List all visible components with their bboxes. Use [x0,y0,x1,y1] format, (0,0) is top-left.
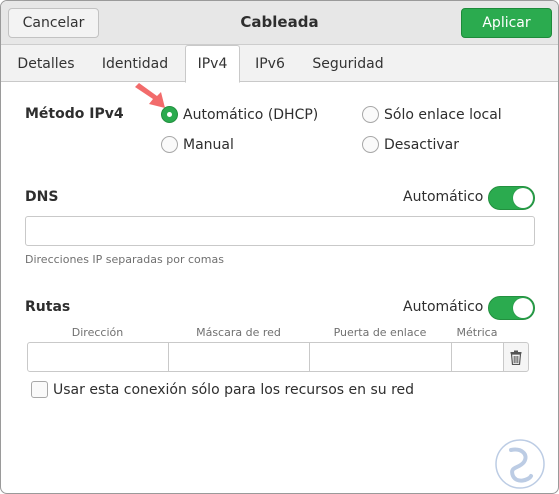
tab-seguridad[interactable]: Seguridad [303,45,393,82]
radio-disable[interactable]: Desactivar [362,136,459,153]
radio-manual[interactable]: Manual [161,136,234,153]
radio-automatic-dhcp[interactable]: Automático (DHCP) [161,106,318,123]
radio-label: Sólo enlace local [384,106,502,123]
switch-knob [513,298,533,318]
radio-label: Manual [183,136,234,153]
routes-auto-label: Automático [403,299,484,315]
radio-label: Automático (DHCP) [183,106,319,123]
route-metric-input[interactable] [451,342,504,372]
trash-icon [510,350,522,365]
dns-auto-label: Automático [403,189,484,205]
tab-identidad[interactable]: Identidad [93,45,177,82]
settings-window: Cancelar Cableada Aplicar Detalles Ident… [0,0,559,494]
radio-dot-icon [161,106,178,123]
checkbox-box [31,381,48,398]
dns-auto-switch[interactable] [488,186,535,210]
tab-ipv4[interactable]: IPv4 [185,45,240,83]
dns-label: DNS [25,189,59,205]
col-header-metric: Métrica [456,326,498,339]
col-header-netmask: Máscara de red [196,326,281,339]
col-header-address: Dirección [71,326,124,339]
route-netmask-input[interactable] [168,342,310,372]
radio-dot-icon [362,136,379,153]
restrict-network-checkbox[interactable]: Usar esta conexión sólo para los recurso… [31,381,414,398]
tab-bar: Detalles Identidad IPv4 IPv6 Seguridad [1,45,558,83]
dns-hint: Direcciones IP separadas por comas [25,253,224,266]
col-header-gateway: Puerta de enlace [333,326,427,339]
routes-label: Rutas [25,299,71,315]
switch-knob [513,188,533,208]
header-bar: Cancelar Cableada Aplicar [1,1,558,45]
routes-auto-switch[interactable] [488,296,535,320]
route-gateway-input[interactable] [309,342,452,372]
dns-input[interactable] [25,216,535,246]
tab-ipv6[interactable]: IPv6 [247,45,293,82]
tab-detalles[interactable]: Detalles [9,45,83,82]
route-address-input[interactable] [27,342,169,372]
watermark-logo-icon [495,439,545,489]
checkbox-label: Usar esta conexión sólo para los recurso… [53,381,415,398]
method-label: Método IPv4 [25,106,124,122]
delete-route-button[interactable] [503,342,529,372]
radio-label: Desactivar [384,136,459,153]
radio-link-local[interactable]: Sólo enlace local [362,106,502,123]
radio-dot-icon [161,136,178,153]
apply-button[interactable]: Aplicar [461,8,552,38]
radio-dot-icon [362,106,379,123]
